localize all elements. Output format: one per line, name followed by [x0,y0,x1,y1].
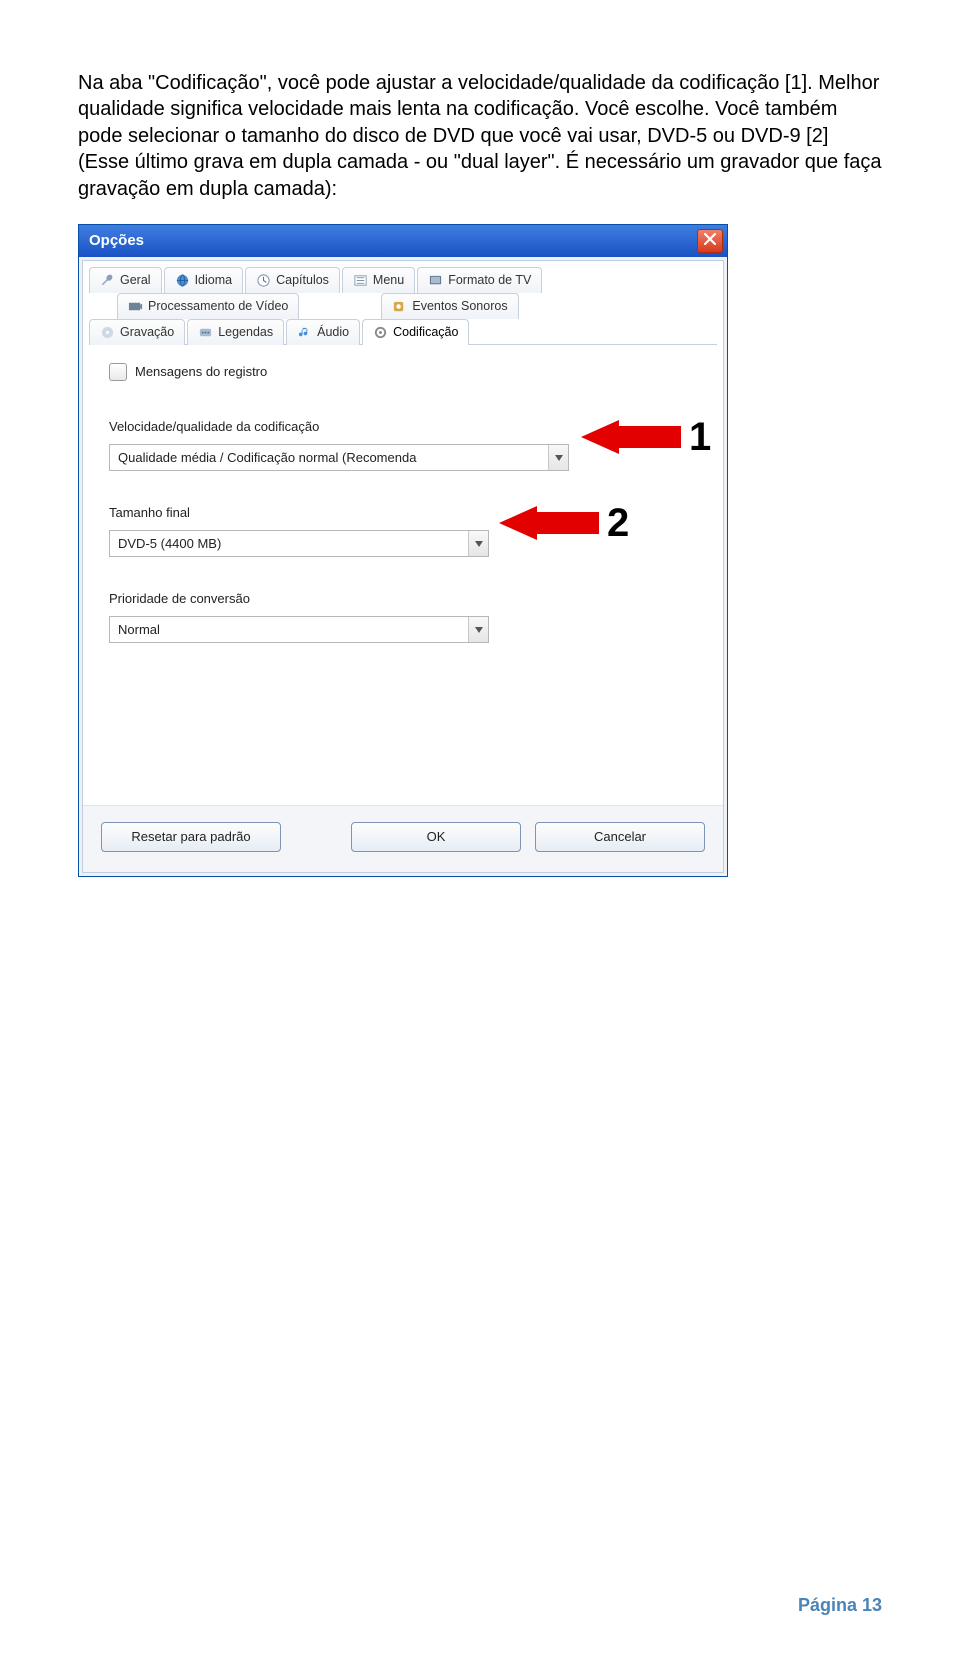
video-icon [128,299,143,314]
ok-button[interactable]: OK [351,822,521,852]
disc-icon [100,325,115,340]
dropdown-button[interactable] [468,617,488,642]
log-messages-checkbox[interactable] [109,363,127,381]
note-icon [297,325,312,340]
encoding-quality-value: Qualidade média / Codificação normal (Re… [110,445,548,470]
options-dialog-screenshot: Opções Geral Idi [78,224,728,877]
clock-icon [256,273,271,288]
tab-label: Formato de TV [448,273,531,287]
chevron-down-icon [475,534,483,552]
list-icon [353,273,368,288]
dropdown-button[interactable] [548,445,568,470]
log-messages-label: Mensagens do registro [135,364,267,379]
tab-codificacao[interactable]: Codificação [362,319,469,345]
conversion-priority-value: Normal [110,617,468,642]
callout-arrow-1: 1 [581,415,711,460]
chevron-down-icon [555,448,563,466]
tab-formato-tv[interactable]: Formato de TV [417,267,542,293]
final-size-value: DVD-5 (4400 MB) [110,531,468,556]
tab-legendas[interactable]: Legendas [187,319,284,345]
tab-label: Codificação [393,325,458,339]
dialog-title: Opções [89,232,697,249]
sound-icon [392,299,407,314]
tab-label: Idioma [195,273,233,287]
conversion-priority-combo[interactable]: Normal [109,616,489,643]
tab-label: Capítulos [276,273,329,287]
reset-button[interactable]: Resetar para padrão [101,822,281,852]
tab-geral[interactable]: Geral [89,267,162,293]
globe-icon [175,273,190,288]
tab-gravacao[interactable]: Gravação [89,319,185,345]
tab-label: Gravação [120,325,174,339]
chevron-down-icon [475,620,483,638]
final-size-combo[interactable]: DVD-5 (4400 MB) [109,530,489,557]
encoding-quality-combo[interactable]: Qualidade média / Codificação normal (Re… [109,444,569,471]
callout-number: 1 [689,415,711,460]
tab-idioma[interactable]: Idioma [164,267,244,293]
tab-label: Menu [373,273,404,287]
tab-audio[interactable]: Áudio [286,319,360,345]
dropdown-button[interactable] [468,531,488,556]
tab-capitulos[interactable]: Capítulos [245,267,340,293]
page-footer: Página 13 [798,1595,882,1616]
wrench-icon [100,273,115,288]
tab-label: Geral [120,273,151,287]
tabs-area: Geral Idioma Capítulos Menu [83,261,723,345]
tab-label: Áudio [317,325,349,339]
gear-icon [373,325,388,340]
tv-icon [428,273,443,288]
tab-label: Eventos Sonoros [412,299,507,313]
subtitle-icon [198,325,213,340]
titlebar: Opções [79,225,727,257]
tab-proc-video[interactable]: Processamento de Vídeo [117,293,299,319]
tab-label: Processamento de Vídeo [148,299,288,313]
options-dialog: Opções Geral Idi [78,224,728,877]
cancel-button[interactable]: Cancelar [535,822,705,852]
close-button[interactable] [697,229,723,253]
conversion-priority-label: Prioridade de conversão [109,591,697,606]
intro-paragraph: Na aba "Codificação", você pode ajustar … [78,70,882,202]
tab-menu[interactable]: Menu [342,267,415,293]
tab-eventos-sonoros[interactable]: Eventos Sonoros [381,293,518,319]
callout-arrow-2: 2 [499,501,629,546]
tab-label: Legendas [218,325,273,339]
close-icon [704,232,716,250]
callout-number: 2 [607,501,629,546]
